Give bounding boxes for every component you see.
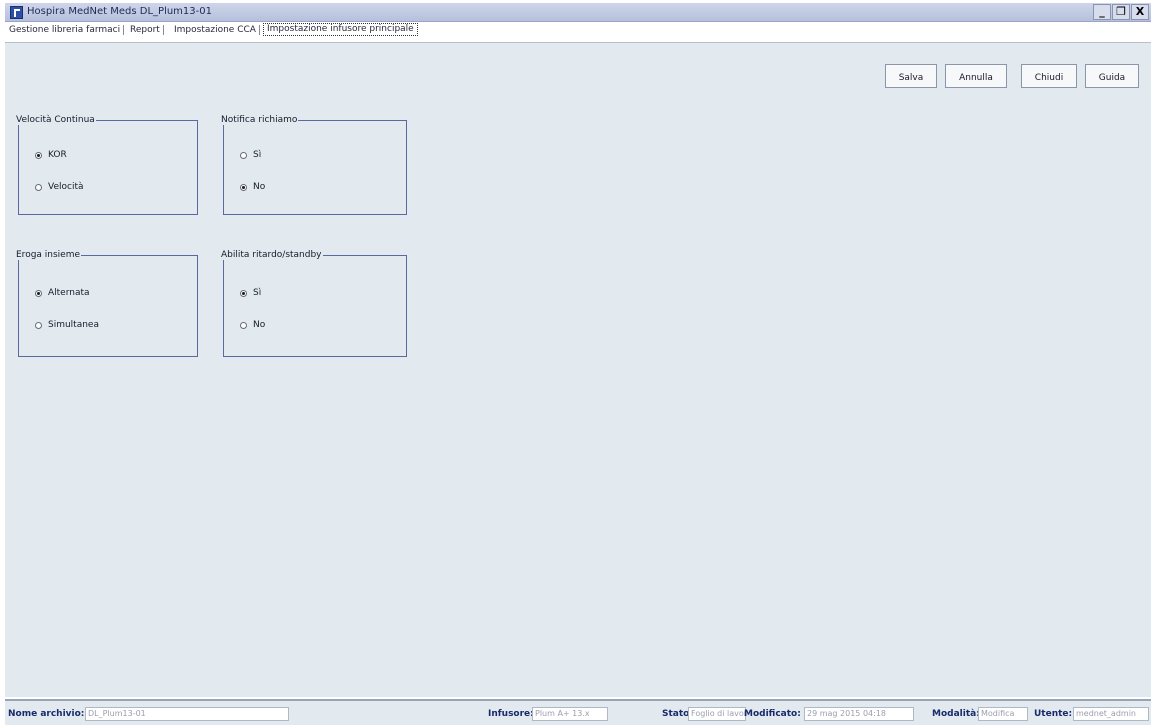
radio-icon (240, 321, 247, 329)
radio-icon (240, 289, 247, 297)
state-field: Foglio di lavoro (688, 707, 746, 721)
delivery-together-legend: Eroga insieme (16, 250, 81, 260)
tab-main-infuser-settings[interactable]: Impostazione infusore principale (263, 23, 418, 36)
delay-standby-group: Abilita ritardo/standby Sì No (221, 250, 407, 357)
archive-name-label: Nome archivio: (8, 709, 85, 719)
tab-cca-settings[interactable]: Impostazione CCA (172, 25, 260, 35)
delay-standby-option-no[interactable]: No (240, 320, 265, 330)
continuous-rate-option-kor[interactable]: KOR (35, 150, 67, 160)
radio-label: Sì (253, 150, 262, 160)
continuous-rate-group: Velocità Continua KOR Velocità (16, 115, 198, 215)
title-bar: Hospira MedNet Meds DL_Plum13-01 _ ❐ X (5, 3, 1151, 22)
delay-standby-option-yes[interactable]: Sì (240, 288, 261, 298)
radio-label: Velocità (48, 182, 84, 192)
window-controls: _ ❐ X (1093, 4, 1149, 20)
window-title: Hospira MedNet Meds DL_Plum13-01 (27, 6, 212, 17)
tab-drug-library[interactable]: Gestione libreria farmaci (7, 25, 125, 35)
infuser-field: Plum A+ 13.x (532, 707, 608, 721)
callback-notification-group: Notifica richiamo Sì No (221, 115, 407, 215)
close-window-button[interactable]: X (1131, 4, 1149, 20)
app-logo-icon (10, 6, 23, 19)
cancel-button[interactable]: Annulla (945, 64, 1007, 88)
radio-label: No (253, 320, 266, 330)
radio-icon (35, 151, 42, 159)
user-label: Utente: (1034, 709, 1073, 719)
mode-label: Modalità: (932, 709, 980, 719)
continuous-rate-legend: Velocità Continua (16, 115, 95, 125)
delivery-together-option-simultaneous[interactable]: Simultanea (35, 320, 99, 330)
radio-label: Sì (253, 288, 262, 298)
maximize-button[interactable]: ❐ (1112, 4, 1130, 20)
mode-field: Modifica (978, 707, 1028, 721)
tab-strip: Gestione libreria farmaci Report Imposta… (5, 22, 1151, 43)
radio-label: Simultanea (48, 320, 99, 330)
continuous-rate-option-rate[interactable]: Velocità (35, 182, 84, 192)
radio-icon (240, 183, 247, 191)
user-field: mednet_admin (1073, 707, 1149, 721)
help-button[interactable]: Guida (1085, 64, 1139, 88)
callback-notification-option-yes[interactable]: Sì (240, 150, 261, 160)
modified-field: 29 mag 2015 04:18 (804, 707, 914, 721)
status-bar: Nome archivio: DL_Plum13-01 Infusore: Pl… (5, 699, 1151, 725)
radio-label: No (253, 182, 266, 192)
radio-icon (240, 151, 247, 159)
tab-report[interactable]: Report (128, 25, 164, 35)
archive-name-field: DL_Plum13-01 (85, 707, 289, 721)
radio-icon (35, 289, 42, 297)
infuser-label: Infusore: (488, 709, 534, 719)
callback-notification-legend: Notifica richiamo (221, 115, 298, 125)
delivery-together-option-alternate[interactable]: Alternata (35, 288, 90, 298)
delay-standby-legend: Abilita ritardo/standby (221, 250, 322, 260)
close-button[interactable]: Chiudi (1021, 64, 1077, 88)
radio-icon (35, 183, 42, 191)
main-panel: Salva Annulla Chiudi Guida Velocità Cont… (5, 43, 1151, 697)
minimize-button[interactable]: _ (1093, 4, 1111, 20)
modified-label: Modificato: (744, 709, 801, 719)
save-button[interactable]: Salva (885, 64, 937, 88)
callback-notification-option-no[interactable]: No (240, 182, 265, 192)
radio-label: Alternata (48, 288, 90, 298)
radio-icon (35, 321, 42, 329)
delivery-together-group: Eroga insieme Alternata Simultanea (16, 250, 198, 357)
radio-label: KOR (48, 150, 67, 160)
